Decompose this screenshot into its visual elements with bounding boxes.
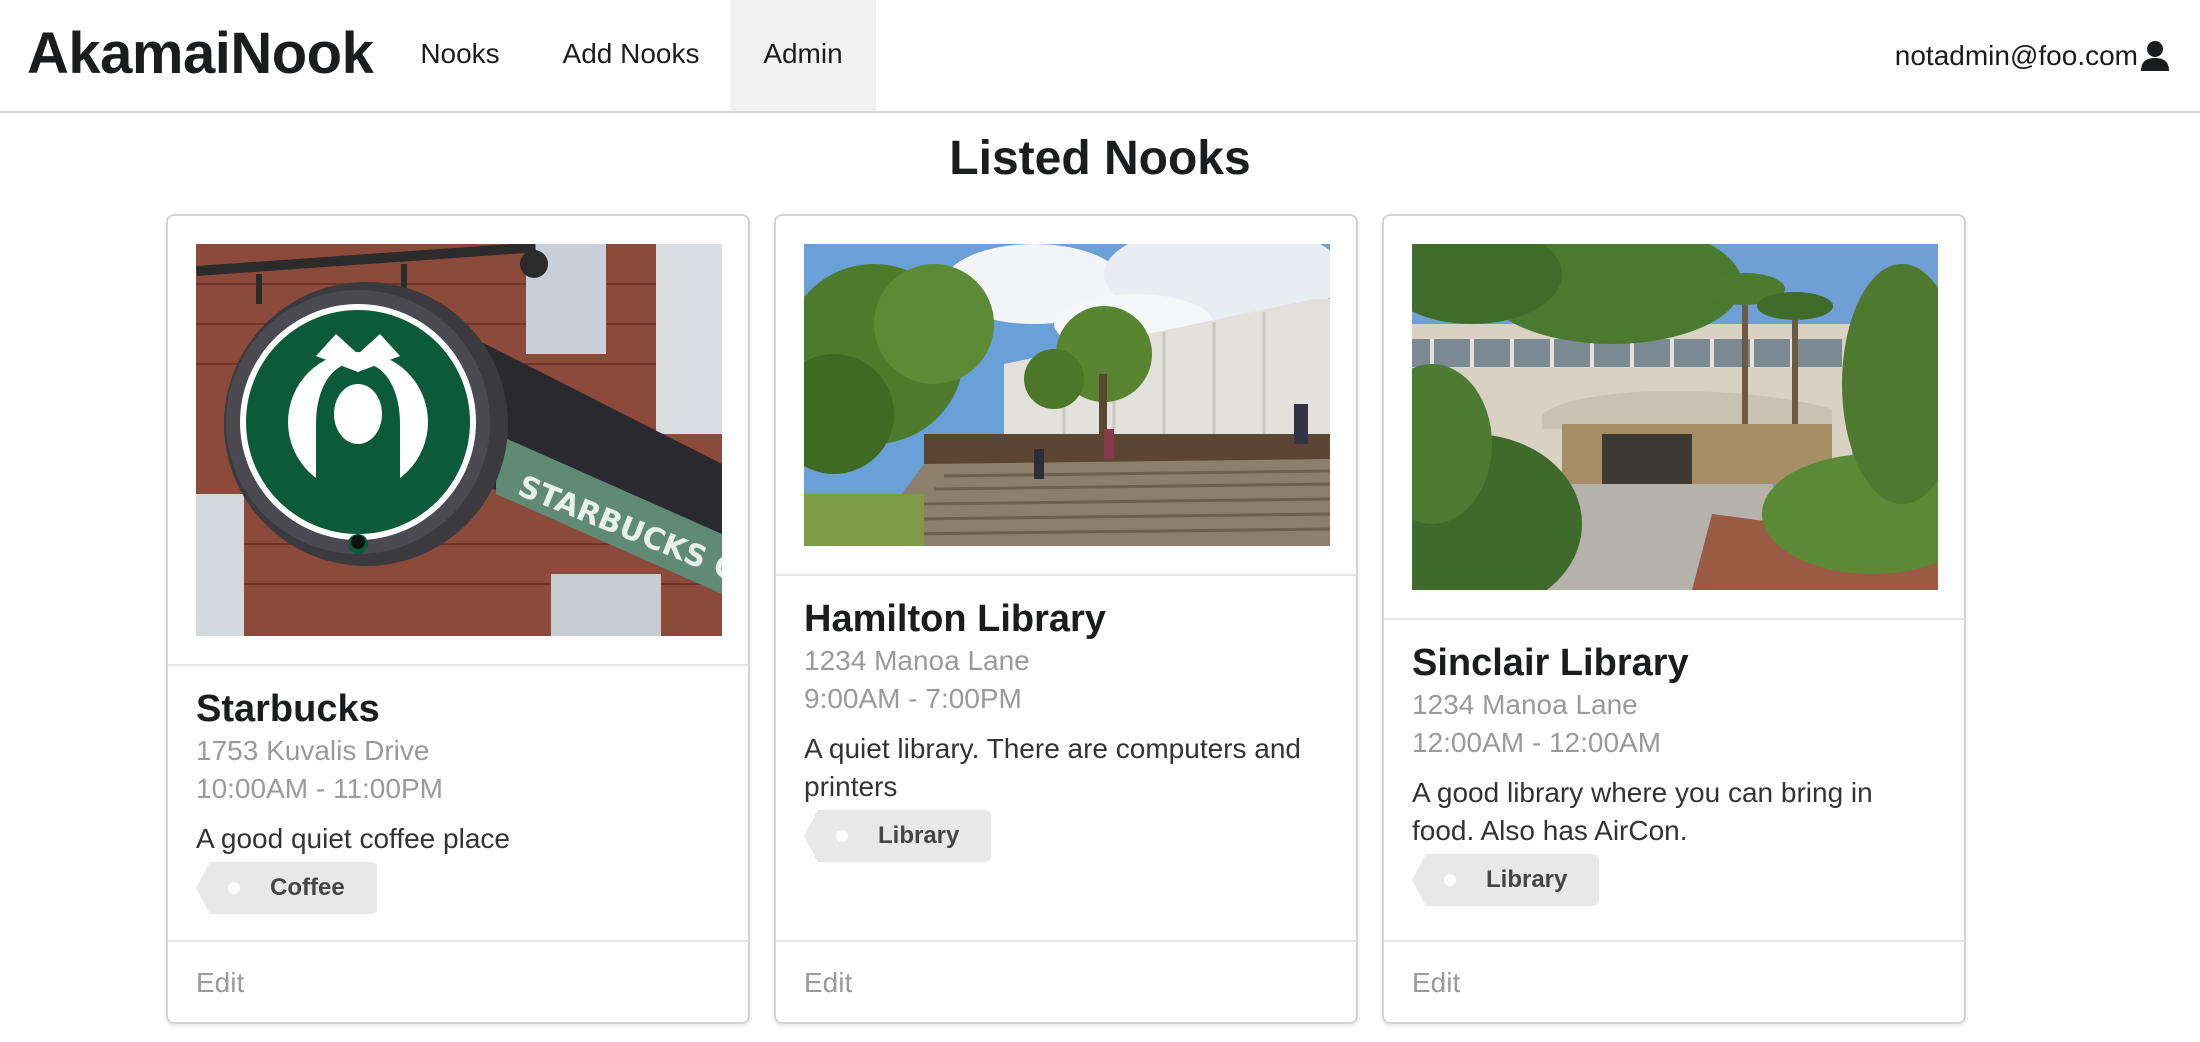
nook-tag[interactable]: Coffee [196, 862, 377, 914]
nook-tag[interactable]: Library [1411, 854, 1600, 906]
card-content: Starbucks 1753 Kuvalis Drive 10:00AM - 1… [196, 686, 726, 914]
edit-link[interactable]: Edit [1384, 940, 1964, 1022]
card-content: Hamilton Library 1234 Manoa Lane 9:00AM … [803, 596, 1334, 862]
nook-card: STARBUCKS COFFEE Starbucks 1753 Kuvalis … [166, 214, 750, 1024]
nook-address: 1234 Manoa Lane [1412, 689, 1638, 720]
brand-logo[interactable]: AkamaiNook [27, 14, 374, 94]
nook-address: 1234 Manoa Lane [804, 645, 1030, 676]
top-menu: AkamaiNook Nooks Add Nooks Admin notadmi… [0, 0, 2200, 113]
nook-hours: 10:00AM - 11:00PM [196, 773, 443, 804]
nook-description: A good library where you can bring in fo… [1412, 777, 1873, 846]
user-email: notadmin@foo.com [1894, 39, 2138, 71]
nook-description: A quiet library. There are computers and… [804, 733, 1301, 802]
nook-tag[interactable]: Library [803, 810, 992, 862]
nook-name[interactable]: Sinclair Library [1412, 640, 1942, 686]
card-content: Sinclair Library 1234 Manoa Lane 12:00AM… [1411, 640, 1942, 906]
nook-hours: 12:00AM - 12:00AM [1412, 727, 1662, 758]
edit-link[interactable]: Edit [168, 940, 748, 1022]
nook-name[interactable]: Starbucks [196, 686, 726, 732]
card-divider [776, 574, 1356, 576]
edit-link[interactable]: Edit [776, 940, 1356, 1022]
user-icon [2141, 40, 2169, 71]
nook-image-hamilton [804, 244, 1330, 546]
nook-description: A good quiet coffee place [196, 823, 510, 854]
nav-add-nooks[interactable]: Add Nooks [546, 0, 716, 111]
nav-admin[interactable]: Admin [730, 0, 876, 111]
nook-card: Hamilton Library 1234 Manoa Lane 9:00AM … [774, 214, 1358, 1024]
nook-address: 1753 Kuvalis Drive [196, 735, 430, 766]
nook-card: Sinclair Library 1234 Manoa Lane 12:00AM… [1382, 214, 1966, 1024]
nook-name[interactable]: Hamilton Library [804, 596, 1334, 642]
card-divider [1384, 618, 1964, 620]
user-menu[interactable]: notadmin@foo.com [1895, 0, 2170, 111]
card-divider [168, 664, 748, 666]
nook-hours: 9:00AM - 7:00PM [804, 683, 1022, 714]
nav-nooks[interactable]: Nooks [390, 0, 530, 111]
nook-image-sinclair [1412, 244, 1938, 590]
page-title: Listed Nooks [949, 132, 1251, 185]
nook-image-starbucks: STARBUCKS COFFEE [196, 244, 722, 636]
